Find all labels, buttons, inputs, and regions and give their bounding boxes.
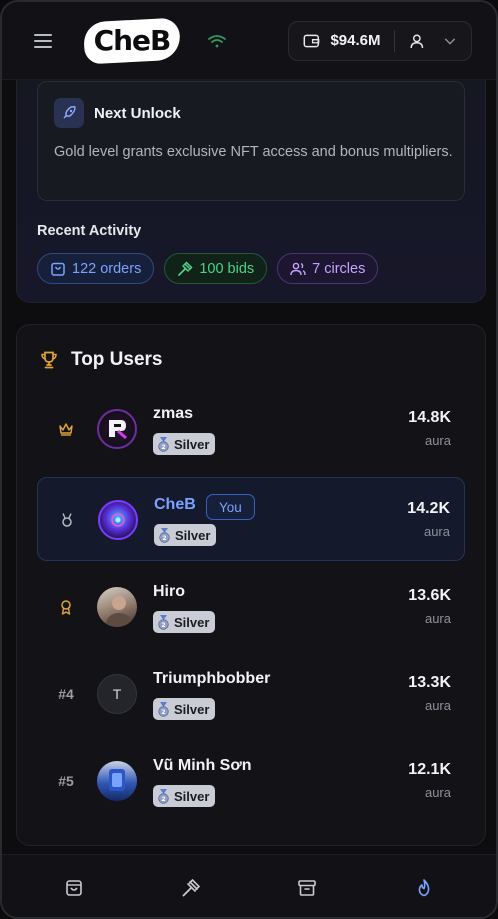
- wallet-balance: $94.6M: [330, 32, 381, 49]
- user-score: 13.6K aura: [408, 587, 451, 626]
- user-score: 13.3K aura: [408, 674, 451, 713]
- app-frame: CheB $94.6M Next Unlock Gold level grant…: [0, 0, 498, 919]
- score-unit: aura: [423, 524, 450, 539]
- archive-icon: [298, 880, 317, 896]
- score-unit: aura: [424, 433, 451, 448]
- bids-chip-label: 100 bids: [199, 260, 255, 277]
- svg-text:2: 2: [161, 444, 165, 451]
- hamburger-menu-icon[interactable]: [32, 32, 54, 50]
- wallet-icon: [303, 34, 320, 47]
- user-name: Hiro: [153, 583, 185, 600]
- tier-badge: 2 Silver: [153, 611, 216, 633]
- you-badge: You: [206, 494, 255, 520]
- nav-shop[interactable]: [44, 868, 104, 908]
- tier-badge: 2 Silver: [153, 433, 216, 455]
- leaderboard-row[interactable]: #4 T Triumphbobber 2 Silver 13.3K aura: [37, 652, 465, 736]
- silver-medal-icon: 2: [158, 614, 169, 630]
- tier-badge: 2 Silver: [153, 698, 216, 720]
- circles-chip-label: 7 circles: [312, 260, 366, 277]
- score-value: 14.8K: [408, 409, 451, 426]
- app-logo[interactable]: CheB: [82, 17, 182, 64]
- avatar: T: [97, 674, 137, 714]
- connection-icon: [208, 34, 226, 47]
- nav-trending[interactable]: [394, 868, 454, 908]
- nav-auctions[interactable]: [161, 868, 221, 908]
- next-unlock-panel: Next Unlock Gold level grants exclusive …: [37, 81, 465, 201]
- tier-label: Silver: [174, 788, 210, 804]
- orders-chip-label: 122 orders: [72, 260, 142, 277]
- svg-text:2: 2: [161, 796, 165, 803]
- score-unit: aura: [424, 611, 451, 626]
- orders-chip[interactable]: 122 orders: [37, 253, 155, 284]
- tier-badge: 2 Silver: [154, 524, 217, 546]
- top-users-title: Top Users: [71, 349, 163, 370]
- rank-number: #5: [58, 773, 74, 789]
- score-value: 12.1K: [408, 761, 451, 778]
- leaderboard-row[interactable]: Hiro 2 Silver 13.6K aura: [37, 565, 465, 649]
- svg-text:2: 2: [161, 709, 165, 716]
- shopping-bag-icon: [51, 262, 65, 276]
- score-value: 13.3K: [408, 674, 451, 691]
- avatar: [97, 587, 137, 627]
- trophy-icon: [41, 351, 57, 369]
- svg-text:2: 2: [162, 535, 166, 542]
- gavel-icon: [182, 878, 200, 897]
- user-name: CheB: [154, 496, 196, 513]
- tier-badge: 2 Silver: [153, 785, 216, 807]
- rank-number: #4: [58, 686, 74, 702]
- gavel-icon: [178, 260, 193, 276]
- score-unit: aura: [424, 785, 451, 800]
- silver-medal-icon: 2: [158, 788, 169, 804]
- recent-activity-title: Recent Activity: [37, 223, 142, 239]
- score-value: 13.6K: [408, 587, 451, 604]
- user-name: zmas: [153, 405, 194, 422]
- bids-chip[interactable]: 100 bids: [164, 253, 268, 284]
- progress-card: Next Unlock Gold level grants exclusive …: [16, 56, 486, 303]
- activity-chips: 122 orders 100 bids 7 circles: [37, 253, 379, 284]
- next-unlock-title: Next Unlock: [94, 104, 181, 122]
- score-value: 14.2K: [407, 500, 450, 517]
- logo-text: CheB: [93, 24, 172, 57]
- user-score: 14.2K aura: [407, 500, 450, 539]
- user-icon[interactable]: [409, 32, 425, 50]
- bottom-navigation: [2, 854, 496, 917]
- users-icon: [290, 262, 306, 275]
- avatar: [98, 500, 138, 540]
- shopping-bag-icon: [66, 880, 83, 896]
- wallet-divider: [394, 29, 396, 52]
- medal-icon: [52, 478, 82, 562]
- tier-label: Silver: [175, 527, 211, 543]
- nav-archive[interactable]: [277, 868, 337, 908]
- avatar-letter: T: [112, 686, 122, 702]
- tier-label: Silver: [174, 436, 210, 452]
- user-name: Vũ Minh Sơn: [153, 757, 252, 774]
- user-name: Triumphbobber: [153, 670, 271, 687]
- crown-icon: [51, 387, 81, 471]
- circles-chip[interactable]: 7 circles: [277, 253, 379, 284]
- rocket-icon: [54, 98, 84, 128]
- avatar: [97, 761, 137, 801]
- leaderboard-row-current-user[interactable]: CheB You 2 Silver 14.2K aura: [37, 477, 465, 561]
- leaderboard-row[interactable]: zmas 2 Silver 14.8K aura: [37, 387, 465, 471]
- silver-medal-icon: 2: [159, 527, 170, 543]
- score-unit: aura: [424, 698, 451, 713]
- tier-label: Silver: [174, 701, 210, 717]
- award-icon: [51, 565, 81, 649]
- top-users-card: Top Users zmas 2 Silver 14.8K aura CheB …: [16, 324, 486, 846]
- tier-label: Silver: [174, 614, 210, 630]
- top-header: CheB $94.6M: [2, 2, 496, 80]
- silver-medal-icon: 2: [158, 436, 169, 452]
- next-unlock-description: Gold level grants exclusive NFT access a…: [54, 144, 453, 160]
- svg-text:2: 2: [161, 622, 165, 629]
- user-score: 12.1K aura: [408, 761, 451, 800]
- leaderboard-row[interactable]: #5 Vũ Minh Sơn 2 Silver 12.1K aura: [37, 739, 465, 823]
- chevron-down-icon[interactable]: [443, 33, 457, 49]
- flame-icon: [418, 879, 430, 897]
- silver-medal-icon: 2: [158, 701, 169, 717]
- user-score: 14.8K aura: [408, 409, 451, 448]
- avatar: [97, 409, 137, 449]
- wallet-button[interactable]: $94.6M: [288, 20, 472, 61]
